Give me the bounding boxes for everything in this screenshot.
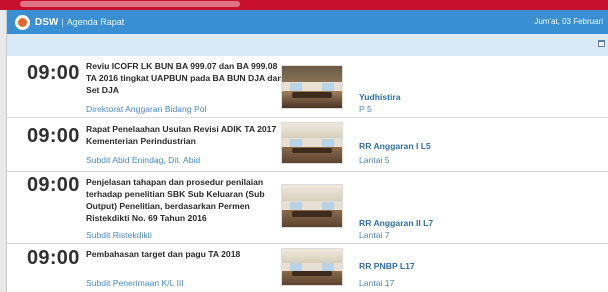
agenda-row[interactable]: 09:00 Rapat Penelaahan Usulan Revisi ADI… (7, 118, 608, 172)
agenda-unit: Subdit Abid Enindag, Dit. Abid (86, 155, 201, 165)
page-title: Agenda Rapat (66, 17, 125, 27)
room-name: RR Anggaran I L5 (359, 141, 431, 151)
agenda-title-line: TA 2016 tingkat UAPBUN pada BA BUN DJA d… (86, 73, 283, 83)
current-date: Jum'at, 03 Februari (534, 17, 603, 26)
browser-top-strip (0, 0, 608, 10)
room-name: RR Anggaran II L7 (359, 218, 434, 228)
agenda-title: Reviu ICOFR LK BUN BA 999.07 dan BA 999.… (86, 60, 283, 96)
room-floor: Lantai 7 (359, 230, 390, 240)
agenda-title-line: terhadap penelitian SBK Sub Keluaran (Su… (86, 189, 265, 199)
agenda-title-line: Output) Penelitian, berdasarkan Permen (86, 201, 250, 211)
agenda-unit: Subdit Ristekdikti (86, 230, 152, 240)
agenda-time: 09:00 (27, 125, 80, 147)
room-name: Yudhistira (359, 92, 401, 102)
screen: DSW | Agenda Rapat Jum'at, 03 Februari 0… (0, 0, 608, 292)
agenda-row[interactable]: 09:00 Penjelasan tahapan dan prosedur pe… (7, 172, 608, 244)
agenda-title: Penjelasan tahapan dan prosedur penilaia… (86, 176, 283, 224)
agenda-title-line: Pembahasan target dan pagu TA 2018 (86, 249, 241, 259)
agenda-time: 09:00 (27, 62, 80, 84)
agenda-unit: Subdit Penerimaan K/L III (86, 278, 184, 288)
room-photo (281, 65, 343, 109)
agenda-title-line: Kementerian Perindustrian (86, 136, 196, 146)
toolbar (7, 34, 608, 56)
room-name: RR PNBP L17 (359, 261, 415, 271)
room-floor: Lantai 5 (359, 155, 390, 165)
agenda-title-line: Rapat Penelaahan Usulan Revisi ADIK TA 2… (86, 124, 277, 134)
agenda-time: 09:00 (27, 174, 80, 196)
brand-separator: | (61, 17, 64, 27)
room-floor: P 5 (359, 104, 372, 114)
brand-name[interactable]: DSW (35, 17, 58, 28)
agenda-row[interactable]: 09:00 Pembahasan target dan pagu TA 2018… (7, 244, 608, 292)
agenda-title-line: Set DJA (86, 85, 119, 95)
navbar: DSW | Agenda Rapat Jum'at, 03 Februari (7, 10, 608, 34)
blurred-header-text (20, 1, 240, 7)
room-photo (281, 248, 343, 286)
room-floor: Lantai 17 (359, 278, 395, 288)
dsw-logo-icon[interactable] (15, 14, 30, 30)
agenda-time: 09:00 (27, 247, 80, 269)
agenda-title: Rapat Penelaahan Usulan Revisi ADIK TA 2… (86, 123, 283, 147)
room-photo (281, 122, 343, 164)
agenda-window: DSW | Agenda Rapat Jum'at, 03 Februari 0… (6, 10, 608, 292)
calendar-icon[interactable] (598, 40, 605, 47)
agenda-title-line: Penjelasan tahapan dan prosedur penilaia… (86, 177, 264, 187)
room-photo (281, 184, 343, 228)
agenda-row[interactable]: 09:00 Reviu ICOFR LK BUN BA 999.07 dan B… (7, 56, 608, 118)
agenda-title-line: Reviu ICOFR LK BUN BA 999.07 dan BA 999.… (86, 61, 278, 71)
agenda-title-line: Ristekdikti No. 69 Tahun 2016 (86, 213, 207, 223)
agenda-title: Pembahasan target dan pagu TA 2018 (86, 248, 283, 260)
agenda-unit: Direktorat Anggaran Bidang Pol (86, 104, 207, 114)
